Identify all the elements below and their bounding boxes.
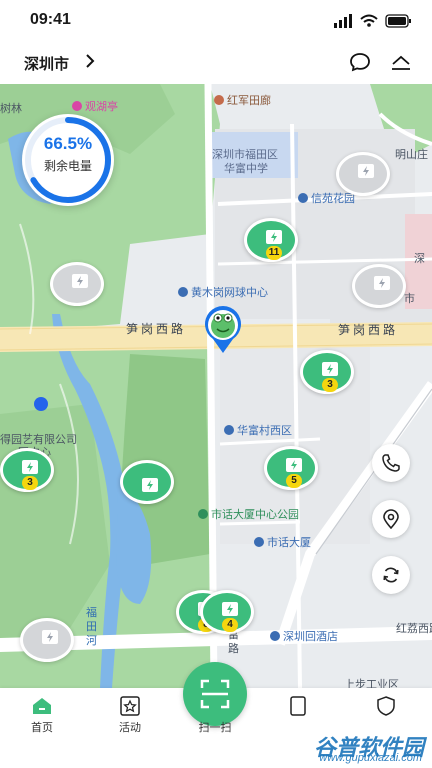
refresh-button[interactable] <box>372 556 410 594</box>
station-count-badge: 4 <box>222 618 238 632</box>
collapse-icon[interactable] <box>389 50 413 74</box>
road-label: 笋岗西路 <box>338 323 399 337</box>
bottom-tab-bar: 首页 活动 扫一扫 谷普软件园 www.gupuxlazai.com <box>0 662 432 768</box>
city-selector[interactable]: 深圳市 <box>24 53 69 74</box>
station-count-badge: 5 <box>286 474 302 488</box>
station-marker[interactable]: 3 <box>0 448 54 492</box>
status-icons <box>334 14 411 28</box>
scan-button[interactable] <box>183 662 247 726</box>
charger-icon <box>374 276 390 290</box>
station-marker-offline[interactable] <box>352 264 406 308</box>
battery-indicator: 66.5% 剩余电量 <box>22 114 114 206</box>
station-marker[interactable] <box>120 460 174 504</box>
map-label: 观湖亭 <box>72 98 118 114</box>
map-label: 市话大厦中心公园 <box>198 506 299 522</box>
charger-icon <box>358 164 374 178</box>
tab-home[interactable]: 首页 <box>12 696 72 746</box>
tab-activity[interactable]: 活动 <box>100 696 160 746</box>
map-label: 华富中学 <box>224 163 268 175</box>
scan-icon <box>200 679 230 709</box>
charger-icon <box>322 362 338 376</box>
location-icon <box>383 509 399 529</box>
shield-icon <box>377 696 395 716</box>
map-label: 上步工业区 <box>344 679 399 688</box>
battery-percent: 66.5% <box>43 134 93 153</box>
station-marker[interactable]: 5 <box>264 446 318 490</box>
top-header: 深圳市 <box>0 40 432 84</box>
phone-icon <box>382 454 400 472</box>
station-marker[interactable]: 11 <box>244 218 298 262</box>
map-label: 信苑花园 <box>298 190 355 206</box>
map-label: 红军田廊 <box>214 92 271 108</box>
home-icon <box>33 698 51 714</box>
station-marker[interactable]: 3 <box>300 350 354 394</box>
message-icon[interactable] <box>348 50 372 74</box>
charger-icon <box>266 230 282 244</box>
charger-icon <box>42 630 58 644</box>
map-label: 明山庄 <box>395 149 428 161</box>
map-view[interactable]: 树林 观湖亭 红军田廊 深圳市福田区 华富中学 明山庄 信苑花园 黄木岗网球中心… <box>0 84 432 688</box>
station-marker-offline[interactable] <box>50 262 104 306</box>
map-label: 市 <box>404 293 415 305</box>
map-label: 树林 <box>0 103 22 115</box>
road-label: 笋岗西路 <box>126 322 187 336</box>
charger-icon <box>72 274 88 288</box>
tab-home-label: 首页 <box>31 722 53 734</box>
charger-icon <box>142 478 158 492</box>
map-label: 深 <box>414 253 425 265</box>
locate-button[interactable] <box>372 500 410 538</box>
charger-icon <box>22 460 38 474</box>
station-marker-offline[interactable] <box>336 152 390 196</box>
call-button[interactable] <box>372 444 410 482</box>
station-count-badge: 3 <box>22 476 38 490</box>
map-label: 市话大厦 <box>254 534 311 550</box>
user-location-pin[interactable] <box>201 303 245 355</box>
map-label: 红荔西路 <box>396 623 432 635</box>
tab-activity-label: 活动 <box>119 722 141 734</box>
charger-icon <box>286 458 302 472</box>
station-count-badge: 3 <box>322 378 338 392</box>
station-marker[interactable]: 4 <box>200 590 254 634</box>
tab-scan-label: 扫一扫 <box>198 722 232 734</box>
watermark-url: www.gupuxlazai.com <box>319 752 422 764</box>
map-label: 深圳回酒店 <box>270 628 338 644</box>
map-label: 福田河 <box>86 607 97 647</box>
status-time: 09:41 <box>30 11 71 28</box>
chevron-right-icon[interactable] <box>83 53 97 69</box>
refresh-icon <box>383 567 399 583</box>
charger-icon <box>222 602 238 616</box>
star-icon <box>120 696 140 716</box>
status-bar: 09:41 <box>0 0 432 40</box>
map-label: 华富村西区 <box>224 422 292 438</box>
station-marker-offline[interactable] <box>20 618 74 662</box>
document-icon <box>290 696 306 716</box>
map-label: 黄木岗网球中心 <box>178 284 268 300</box>
station-count-badge: 11 <box>266 246 282 260</box>
battery-label: 剩余电量 <box>43 159 92 173</box>
